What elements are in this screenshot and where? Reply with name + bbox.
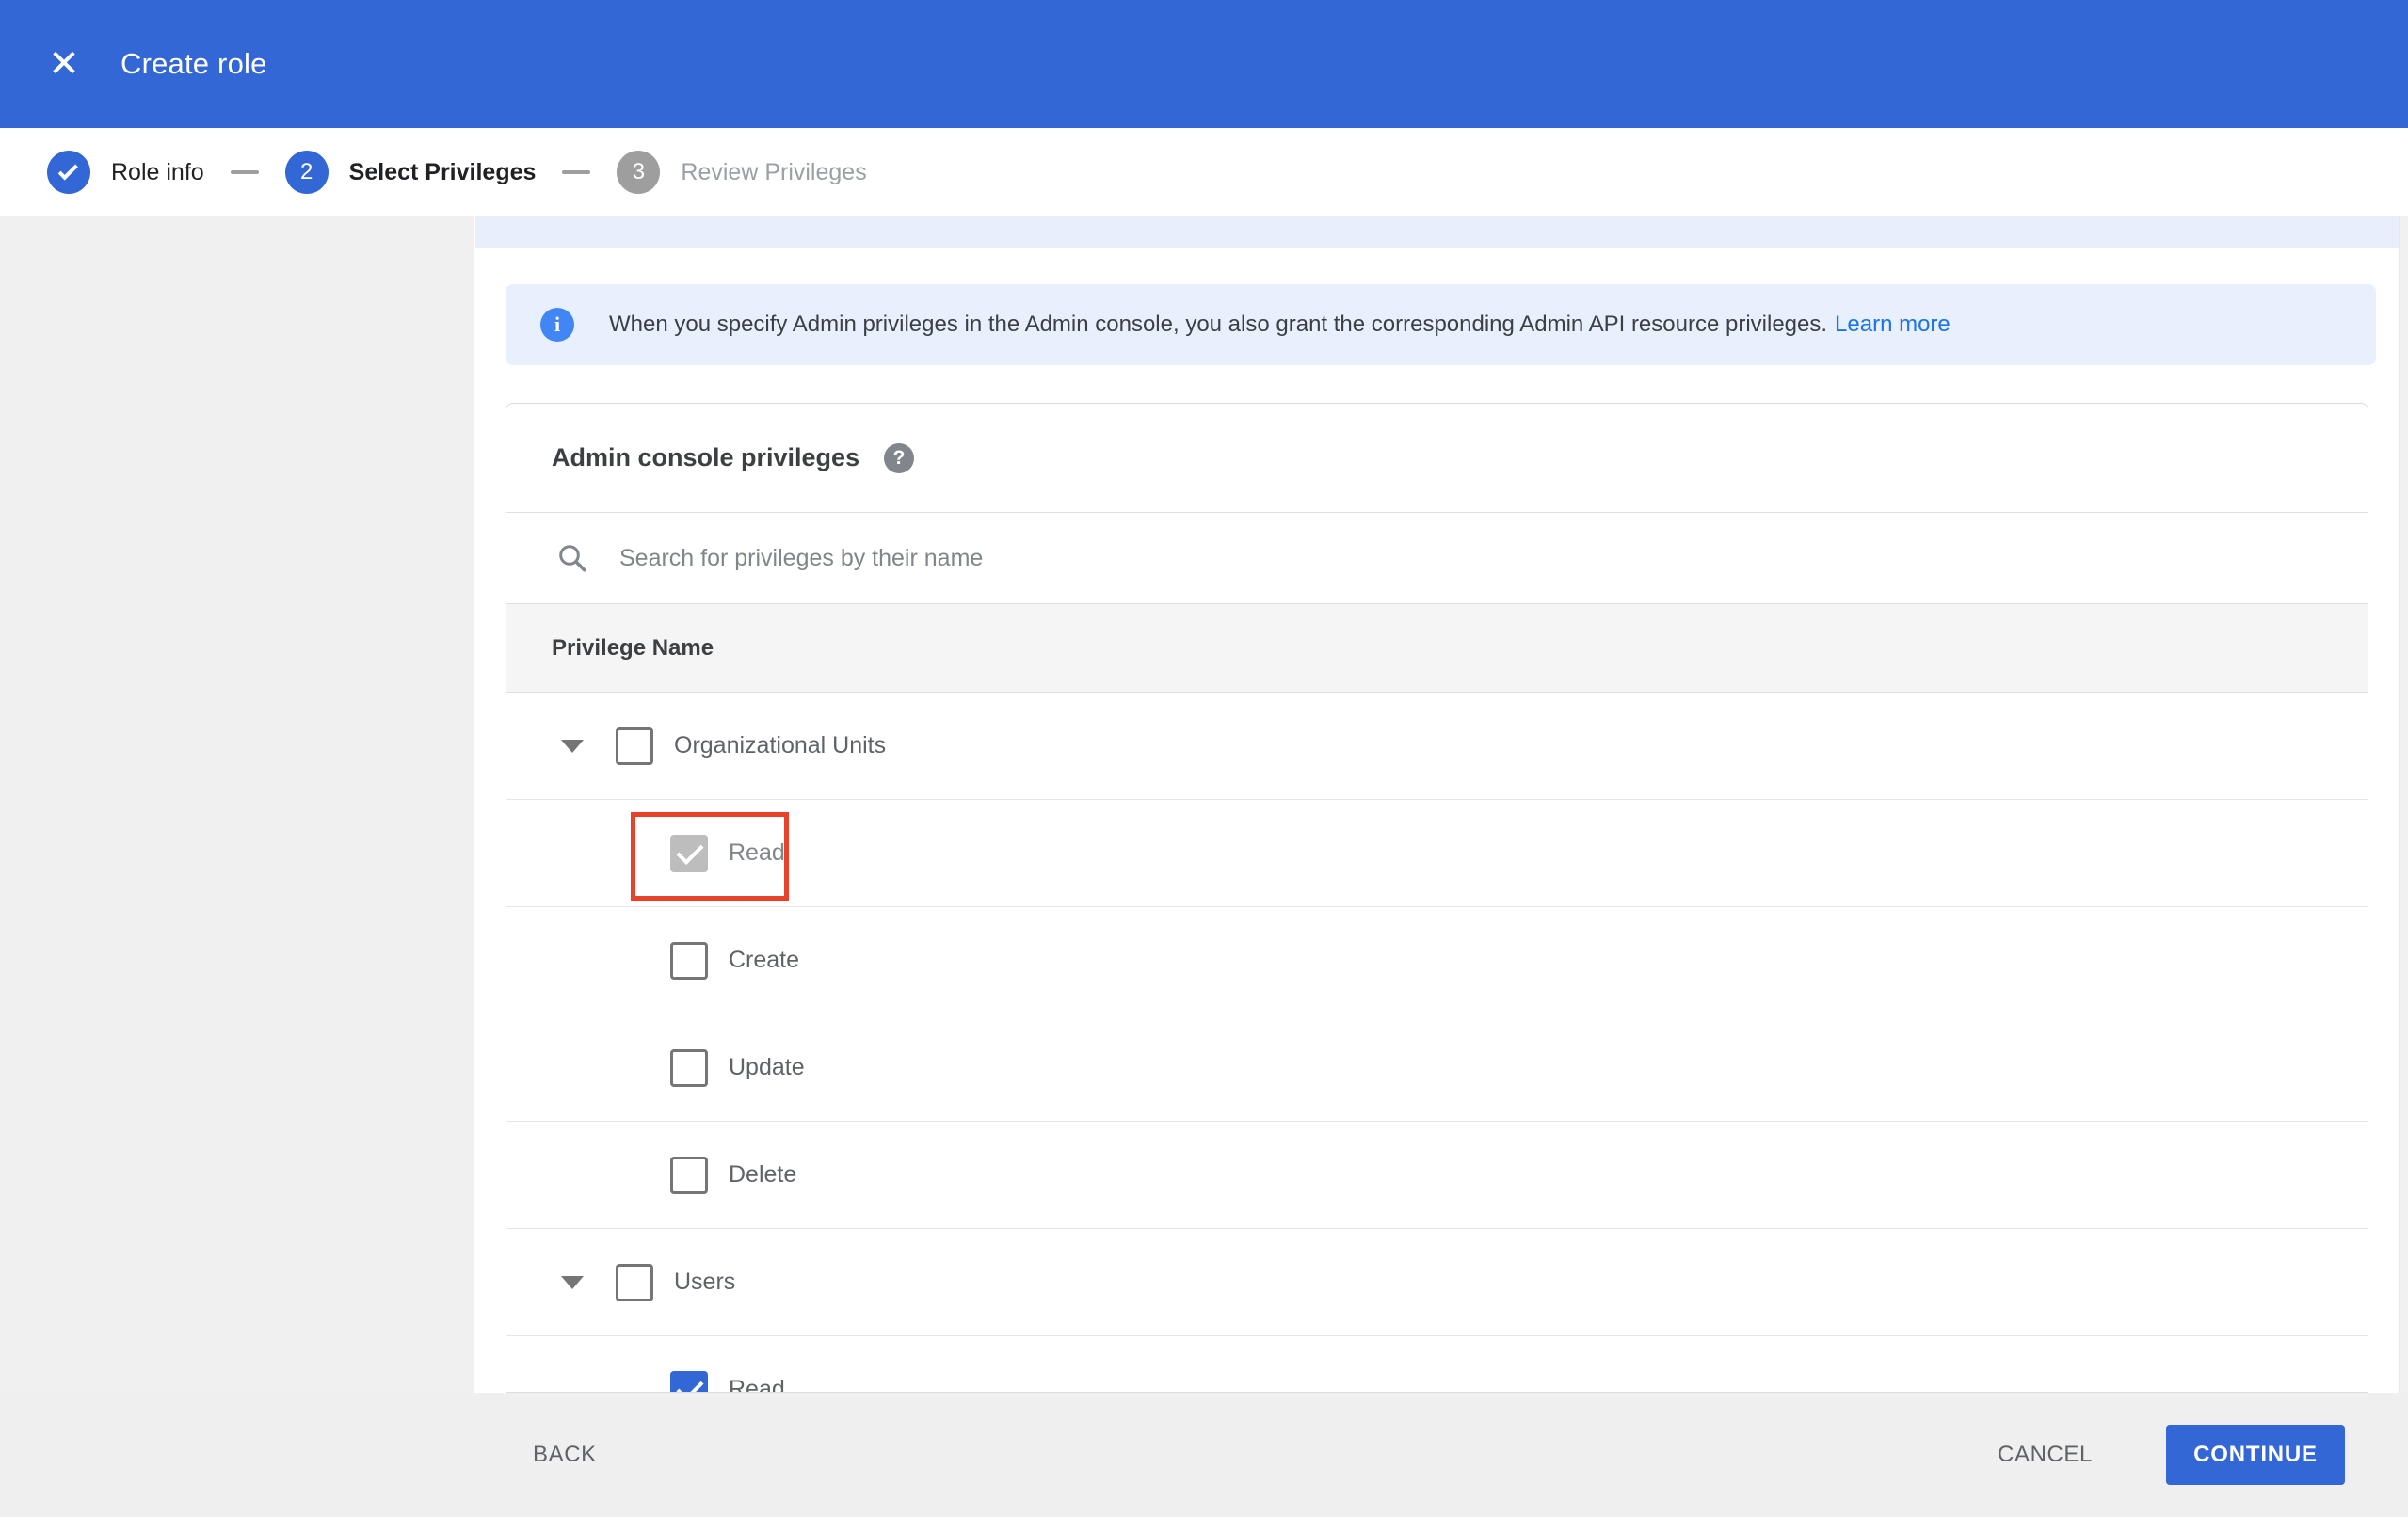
privilege-label: Organizational Units bbox=[674, 732, 887, 758]
stepper: Role info 2 Select Privileges 3 Review P… bbox=[0, 128, 2408, 216]
privilege-row: Organizational Units bbox=[506, 693, 2368, 800]
column-header-label: Privilege Name bbox=[552, 634, 714, 661]
step-label: Role info bbox=[111, 158, 204, 185]
privilege-row: Read bbox=[506, 800, 2368, 907]
step-role-info[interactable]: Role info bbox=[47, 151, 204, 194]
privilege-row: Create bbox=[506, 907, 2368, 1014]
back-button[interactable]: BACK bbox=[533, 1442, 597, 1468]
scrollbar[interactable] bbox=[2399, 216, 2408, 1393]
privilege-checkbox[interactable] bbox=[616, 727, 653, 765]
privilege-row: Users bbox=[506, 1229, 2368, 1336]
search-input[interactable] bbox=[619, 544, 2031, 572]
step-separator bbox=[230, 170, 259, 174]
privilege-checkbox[interactable] bbox=[670, 941, 708, 980]
info-banner: i When you specify Admin privileges in t… bbox=[506, 284, 2376, 365]
privilege-checkbox[interactable] bbox=[670, 834, 708, 872]
privilege-label: Read bbox=[729, 1376, 785, 1393]
app-header: ✕ Create role bbox=[0, 0, 2408, 128]
expand-triangle-icon[interactable] bbox=[561, 1275, 584, 1289]
step-select-privileges[interactable]: 2 Select Privileges bbox=[284, 151, 537, 194]
main-content: i When you specify Admin privileges in t… bbox=[475, 216, 2408, 1393]
card-title-row: Admin console privileges ? bbox=[506, 404, 2368, 512]
scrolled-content-strip bbox=[475, 216, 2399, 248]
banner-text: When you specify Admin privileges in the… bbox=[609, 311, 1950, 338]
continue-button[interactable]: CONTINUE bbox=[2166, 1425, 2345, 1485]
privilege-checkbox[interactable] bbox=[616, 1263, 653, 1301]
privilege-label: Users bbox=[674, 1269, 736, 1295]
step-completed-circle bbox=[47, 151, 90, 194]
cancel-button[interactable]: CANCEL bbox=[1998, 1442, 2093, 1468]
table-column-header: Privilege Name bbox=[506, 603, 2368, 693]
check-icon bbox=[57, 160, 78, 181]
banner-message: When you specify Admin privileges in the… bbox=[609, 311, 1828, 337]
privilege-row: Delete bbox=[506, 1122, 2368, 1229]
expand-triangle-icon[interactable] bbox=[561, 739, 584, 753]
privilege-label: Read bbox=[729, 839, 785, 866]
learn-more-link[interactable]: Learn more bbox=[1835, 311, 1950, 337]
page-title: Create role bbox=[120, 47, 267, 80]
footer-bar: BACK CANCEL CONTINUE bbox=[0, 1393, 2408, 1517]
step-label: Select Privileges bbox=[348, 158, 537, 185]
privilege-label: Delete bbox=[729, 1161, 797, 1188]
privilege-rows: Organizational Units Read Create Update … bbox=[506, 693, 2368, 1393]
privilege-label: Update bbox=[729, 1054, 805, 1080]
search-icon bbox=[559, 545, 586, 572]
step-number-circle: 3 bbox=[617, 151, 661, 194]
step-review-privileges[interactable]: 3 Review Privileges bbox=[617, 151, 867, 194]
step-label: Review Privileges bbox=[681, 158, 867, 185]
privilege-checkbox[interactable] bbox=[670, 1048, 708, 1087]
search-row bbox=[506, 512, 2368, 603]
card-title: Admin console privileges bbox=[552, 443, 860, 471]
help-icon[interactable]: ? bbox=[884, 442, 915, 473]
privilege-checkbox[interactable] bbox=[670, 1370, 708, 1392]
privilege-label: Create bbox=[729, 947, 800, 973]
close-icon[interactable]: ✕ bbox=[36, 36, 92, 92]
left-panel bbox=[0, 216, 474, 1393]
privilege-row: Update bbox=[506, 1014, 2368, 1122]
step-number-circle: 2 bbox=[284, 151, 329, 194]
info-icon: i bbox=[540, 308, 574, 342]
step-separator bbox=[562, 170, 591, 174]
privilege-checkbox[interactable] bbox=[670, 1156, 708, 1194]
privileges-card: Admin console privileges ? Privilege Nam… bbox=[506, 403, 2368, 1393]
privilege-row: Read bbox=[506, 1336, 2368, 1393]
